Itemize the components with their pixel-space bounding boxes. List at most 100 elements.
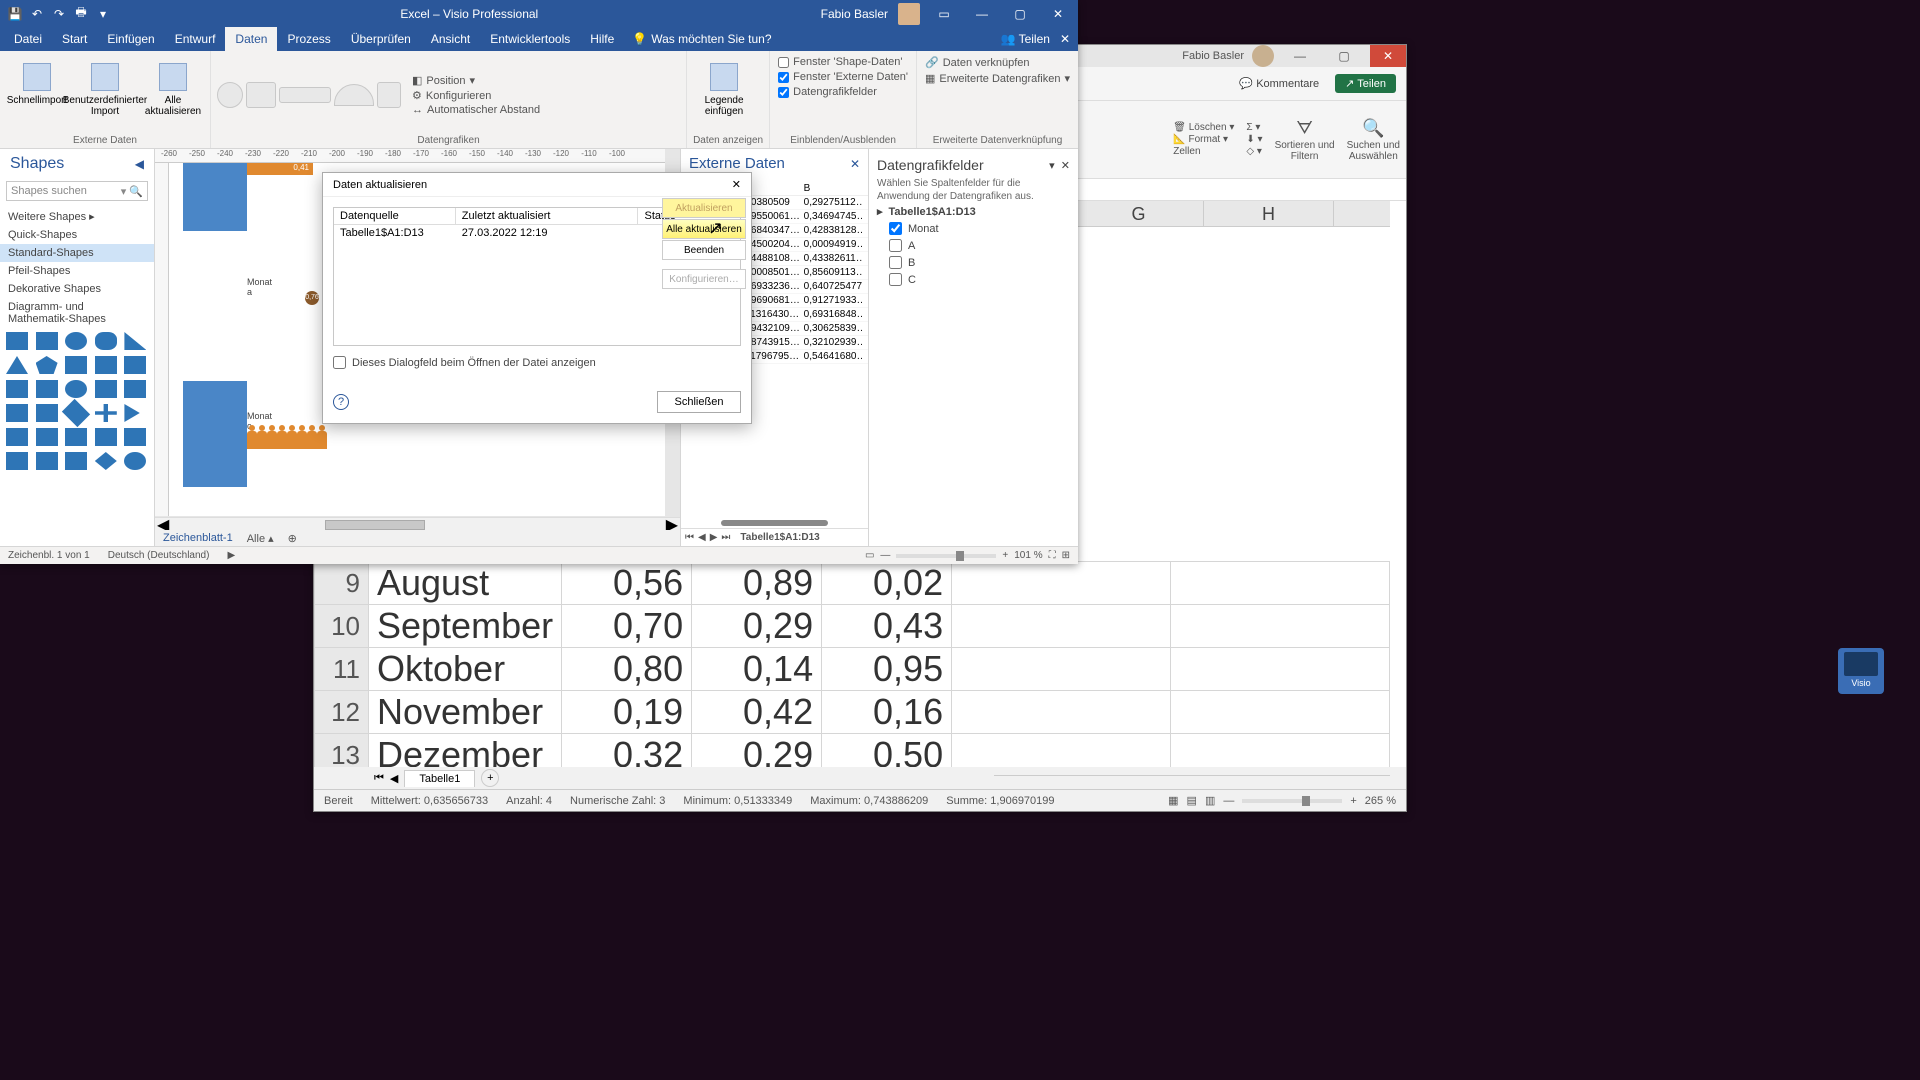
shape-cat[interactable]: Weitere Shapes ▸ bbox=[0, 207, 154, 226]
teilen-button[interactable]: ↗ Teilen bbox=[1335, 74, 1396, 93]
shape-item[interactable] bbox=[95, 452, 117, 470]
zoom-level[interactable]: 265 % bbox=[1365, 795, 1396, 807]
shape-item[interactable] bbox=[6, 380, 28, 398]
minimize-button[interactable]: — bbox=[1282, 49, 1318, 63]
taskbar-visio-icon[interactable]: Visio bbox=[1838, 648, 1884, 694]
shape-cat[interactable]: Pfeil-Shapes bbox=[0, 262, 154, 280]
tab-entwurf[interactable]: Entwurf bbox=[165, 27, 226, 51]
dg-gallery-item[interactable] bbox=[217, 82, 243, 108]
refresh-all-button[interactable]: Alle aktualisieren bbox=[142, 59, 204, 131]
shape-item[interactable] bbox=[95, 428, 117, 446]
shape-item[interactable] bbox=[36, 332, 58, 350]
share-button[interactable]: 👥 Teilen bbox=[1001, 32, 1050, 46]
custom-import-button[interactable]: Benutzerdefinierter Import bbox=[74, 59, 136, 131]
col-header[interactable]: Datenquelle bbox=[334, 208, 456, 224]
shape-item[interactable] bbox=[65, 428, 87, 446]
shape-cat[interactable]: Dekorative Shapes bbox=[0, 280, 154, 298]
dg-field[interactable]: B bbox=[877, 254, 1070, 271]
col-G[interactable]: G bbox=[1074, 201, 1204, 226]
konfigurieren-button[interactable]: ⚙ Konfigurieren bbox=[410, 88, 542, 103]
shapes-search[interactable]: Shapes suchen▾ 🔍 bbox=[6, 181, 148, 201]
nav-next-icon[interactable]: ▶ bbox=[710, 532, 718, 543]
print-icon[interactable]: 🖶 bbox=[72, 5, 90, 23]
shape-item[interactable] bbox=[36, 356, 58, 374]
shape-item[interactable] bbox=[124, 452, 146, 470]
canvas-shape[interactable] bbox=[183, 381, 247, 487]
view-layout-icon[interactable]: ▤ bbox=[1187, 794, 1197, 807]
shape-item[interactable] bbox=[124, 404, 146, 422]
dg-field[interactable]: C bbox=[877, 271, 1070, 288]
chk-dg-felder[interactable]: Datengrafikfelder bbox=[776, 85, 879, 99]
zoom-level[interactable]: 101 % bbox=[1014, 550, 1042, 561]
find-select-button[interactable]: 🔍 Suchen und Auswählen bbox=[1347, 118, 1400, 162]
dg-table-head[interactable]: ▸ Tabelle1$A1:D13 bbox=[877, 203, 1070, 220]
presentation-icon[interactable]: ▭ bbox=[865, 550, 874, 561]
schnellimport-button[interactable]: Schnellimport bbox=[6, 59, 68, 131]
tab-ueberpruefen[interactable]: Überprüfen bbox=[341, 27, 421, 51]
shape-item[interactable] bbox=[6, 356, 28, 374]
view-break-icon[interactable]: ▥ bbox=[1205, 794, 1215, 807]
shape-item[interactable] bbox=[95, 404, 117, 422]
sheet-all[interactable]: Alle ▴ bbox=[247, 532, 274, 545]
shape-item[interactable] bbox=[6, 332, 28, 350]
shape-cat[interactable]: Diagramm- und Mathematik-Shapes bbox=[0, 298, 154, 328]
shape-cat-selected[interactable]: Standard-Shapes bbox=[0, 244, 154, 262]
dg-gallery-item[interactable] bbox=[334, 84, 374, 106]
shape-item[interactable] bbox=[36, 404, 58, 422]
dg-gallery-item[interactable] bbox=[246, 82, 276, 108]
sheet-tab[interactable]: Zeichenblatt-1 bbox=[163, 532, 233, 544]
shape-item[interactable] bbox=[124, 356, 146, 374]
shape-item[interactable] bbox=[65, 332, 87, 350]
shape-item[interactable] bbox=[95, 380, 117, 398]
tab-start[interactable]: Start bbox=[52, 27, 97, 51]
shape-cat[interactable]: Quick-Shapes bbox=[0, 226, 154, 244]
switch-windows-icon[interactable]: ⊞ bbox=[1062, 550, 1070, 561]
maximize-button[interactable]: ▢ bbox=[1002, 1, 1038, 27]
excel-h-scrollbar[interactable] bbox=[994, 775, 1390, 789]
close-icon[interactable]: ✕ bbox=[732, 178, 741, 191]
tab-hilfe[interactable]: Hilfe bbox=[580, 27, 624, 51]
autospacing-button[interactable]: ↔ Automatischer Abstand bbox=[410, 103, 542, 117]
canvas-shape[interactable] bbox=[183, 163, 247, 231]
collapse-icon[interactable]: ◀ bbox=[135, 157, 144, 171]
sheet-nav-first[interactable]: ⏮ bbox=[374, 772, 384, 785]
zoom-slider[interactable] bbox=[896, 554, 996, 558]
tab-daten[interactable]: Daten bbox=[225, 27, 277, 51]
chk-externe-daten[interactable]: Fenster 'Externe Daten' bbox=[776, 70, 910, 84]
sheet-nav-prev[interactable]: ◀ bbox=[390, 772, 398, 785]
nav-prev-icon[interactable]: ◀ bbox=[698, 532, 706, 543]
position-button[interactable]: ◧ Position ▾ bbox=[410, 73, 542, 88]
shape-item[interactable] bbox=[6, 404, 28, 422]
add-sheet-button[interactable]: + bbox=[481, 769, 499, 787]
nav-last-icon[interactable]: ⏭ bbox=[721, 532, 730, 543]
shape-item[interactable] bbox=[65, 356, 87, 374]
tab-prozess[interactable]: Prozess bbox=[277, 27, 340, 51]
shape-item[interactable] bbox=[95, 356, 117, 374]
tab-entwicklertools[interactable]: Entwicklertools bbox=[480, 27, 580, 51]
shape-item[interactable] bbox=[62, 399, 90, 427]
canvas-data-bar[interactable]: 0,41 bbox=[247, 163, 313, 175]
nav-first-icon[interactable]: ⏮ bbox=[685, 532, 694, 543]
dg-gallery-item[interactable] bbox=[279, 87, 331, 103]
qat-dropdown-icon[interactable]: ▾ bbox=[94, 5, 112, 23]
col-header[interactable]: Zuletzt aktualisiert bbox=[456, 208, 639, 224]
tab-einfuegen[interactable]: Einfügen bbox=[97, 27, 164, 51]
alle-aktualisieren-button[interactable]: Alle aktualisieren bbox=[662, 219, 746, 239]
shape-item[interactable] bbox=[95, 332, 117, 350]
minimize-button[interactable]: — bbox=[964, 1, 1000, 27]
kommentare-button[interactable]: 💬 Kommentare bbox=[1233, 75, 1325, 92]
close-button[interactable]: ✕ bbox=[1040, 1, 1076, 27]
close-doc-button[interactable]: ✕ bbox=[1060, 32, 1070, 46]
dialog-close-button[interactable]: Schließen bbox=[657, 391, 741, 413]
tab-ansicht[interactable]: Ansicht bbox=[421, 27, 480, 51]
shape-item[interactable] bbox=[65, 380, 87, 398]
konfigurieren-button[interactable]: Konfigurieren… bbox=[662, 269, 746, 289]
help-icon[interactable]: ? bbox=[333, 394, 349, 410]
beenden-button[interactable]: Beenden bbox=[662, 240, 746, 260]
shape-item[interactable] bbox=[124, 380, 146, 398]
shape-item[interactable] bbox=[124, 428, 146, 446]
dg-field[interactable]: Monat bbox=[877, 220, 1070, 237]
close-icon[interactable]: ✕ bbox=[850, 157, 860, 171]
tab-datei[interactable]: Datei bbox=[4, 27, 52, 51]
shape-item[interactable] bbox=[36, 452, 58, 470]
